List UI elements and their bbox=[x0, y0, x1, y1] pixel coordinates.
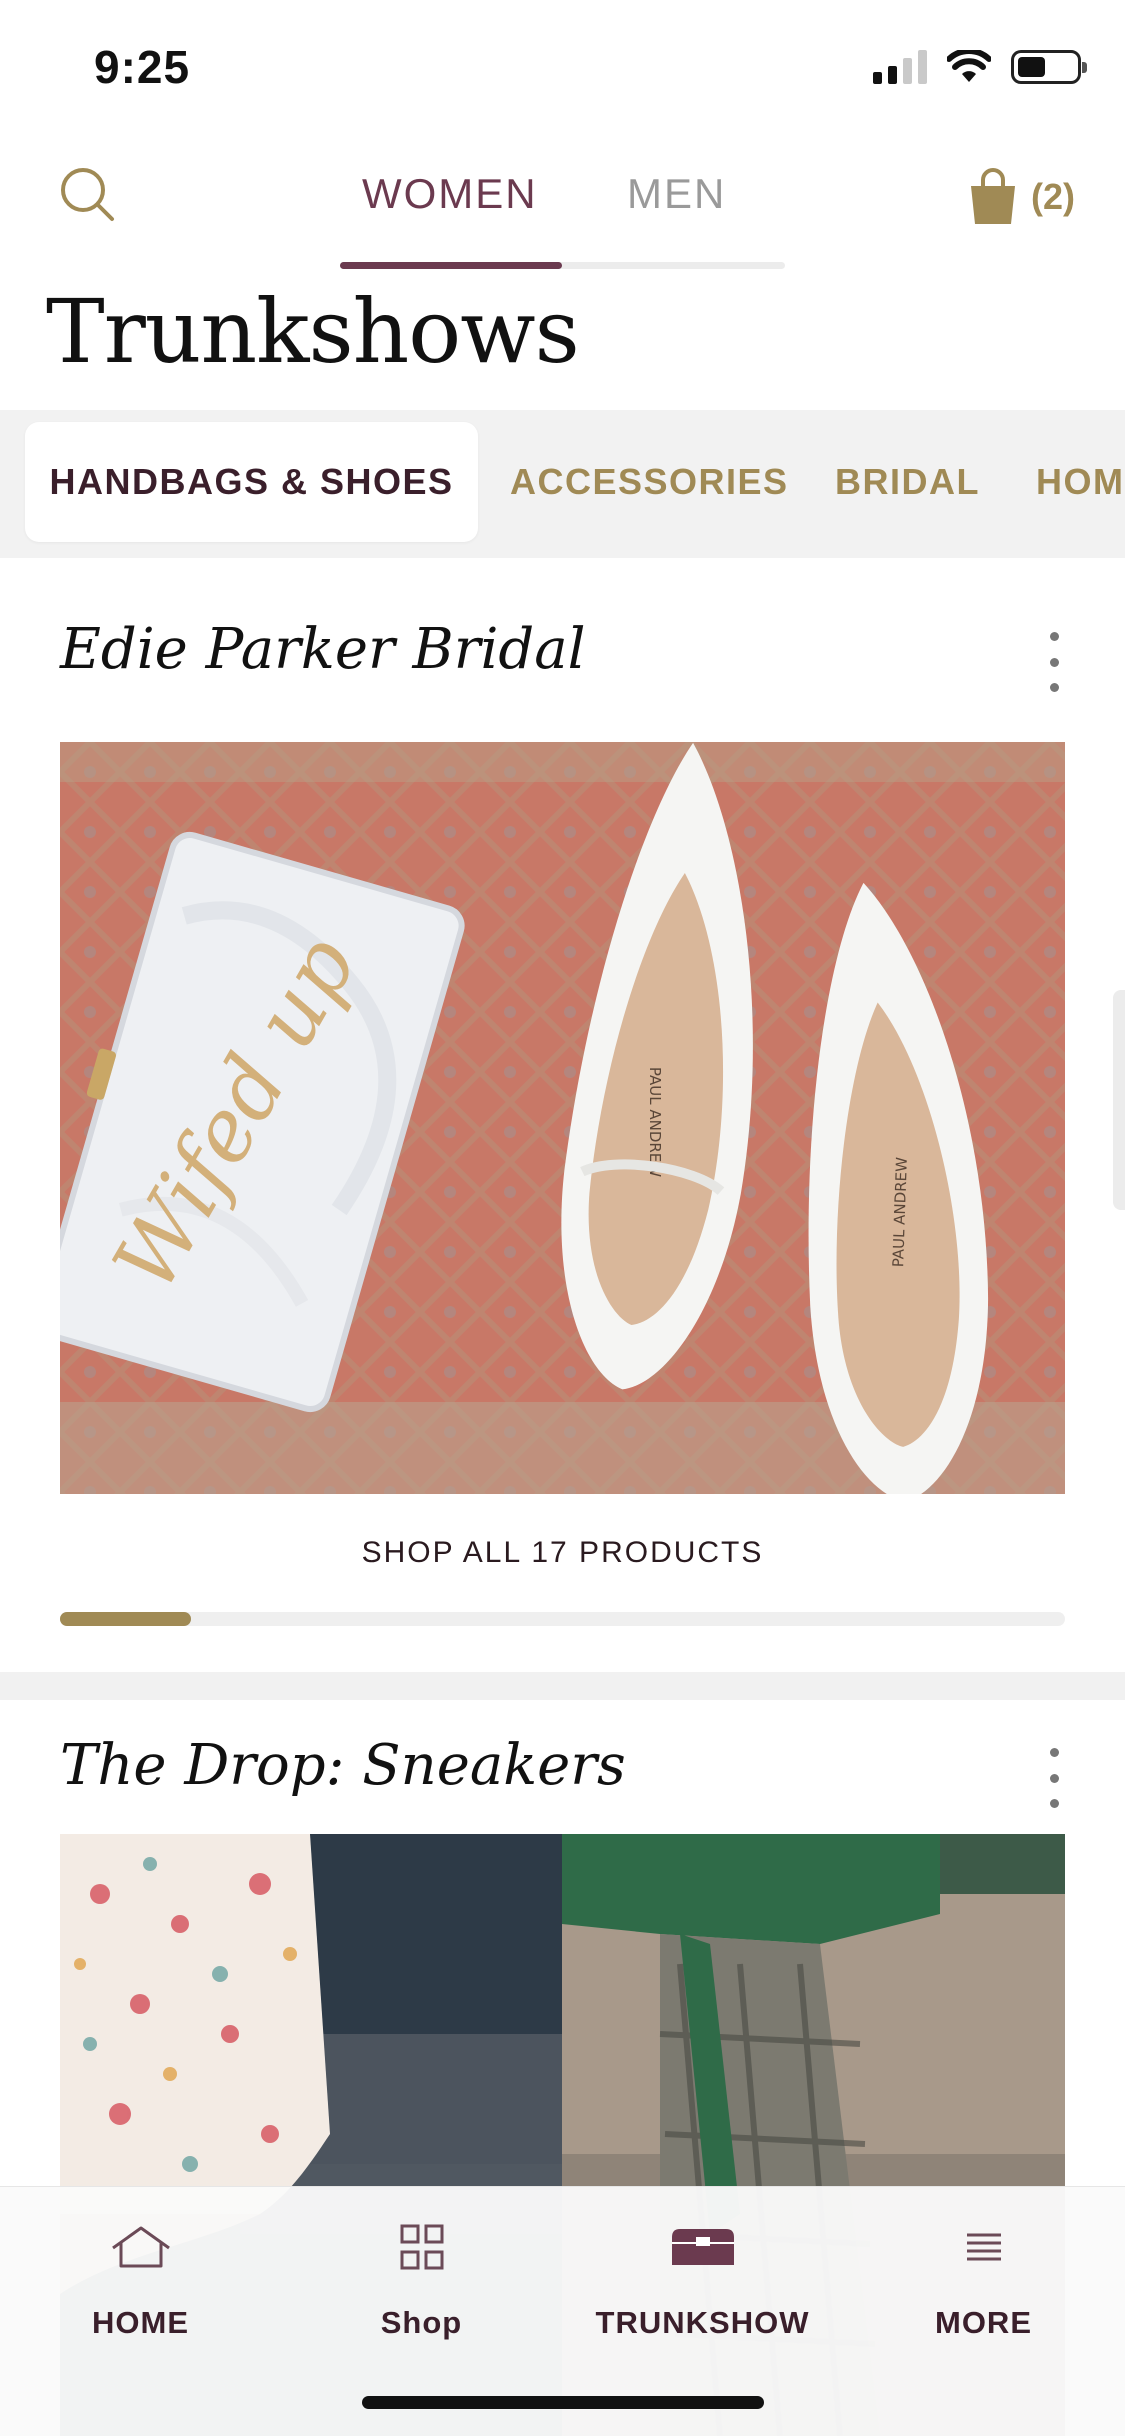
cellular-signal-icon bbox=[873, 50, 927, 84]
tab-shop[interactable]: Shop bbox=[281, 2217, 562, 2341]
trunk-icon bbox=[670, 2217, 736, 2277]
shopping-bag-icon bbox=[971, 168, 1015, 224]
category-bar: HANDBAGS & SHOES ACCESSORIES BRIDAL HOM bbox=[0, 410, 1125, 558]
tab-men[interactable]: MEN bbox=[627, 170, 726, 218]
tab-shop-label: Shop bbox=[380, 2305, 463, 2340]
tab-home-label: HOME bbox=[92, 2305, 189, 2340]
search-button[interactable] bbox=[58, 165, 118, 225]
shop-all-products-link[interactable]: SHOP ALL 17 PRODUCTS bbox=[0, 1536, 1125, 1570]
status-icons bbox=[873, 50, 1087, 84]
tab-trunkshow-label: TRUNKSHOW bbox=[595, 2305, 810, 2340]
more-options-icon[interactable] bbox=[1039, 632, 1069, 692]
tab-more-label: MORE bbox=[935, 2305, 1032, 2340]
more-options-icon[interactable] bbox=[1039, 1748, 1069, 1808]
menu-icon bbox=[965, 2217, 1003, 2277]
tab-trunkshow[interactable]: TRUNKSHOW bbox=[562, 2217, 843, 2341]
search-icon bbox=[61, 168, 114, 221]
header: WOMEN MEN (2) Trunkshows bbox=[0, 140, 1125, 410]
page-title: Trunkshows bbox=[46, 280, 580, 383]
home-indicator bbox=[362, 2396, 764, 2409]
tab-women[interactable]: WOMEN bbox=[362, 170, 538, 218]
category-handbags-shoes[interactable]: HANDBAGS & SHOES bbox=[25, 422, 478, 542]
carousel-progress-fill bbox=[60, 1612, 191, 1626]
status-bar: 9:25 bbox=[0, 0, 1125, 140]
cart-button[interactable]: (2) bbox=[965, 168, 1075, 226]
category-home[interactable]: HOM bbox=[1036, 422, 1125, 542]
cart-count: (2) bbox=[1031, 176, 1075, 217]
tab-more[interactable]: MORE bbox=[843, 2217, 1124, 2341]
section-divider bbox=[0, 1672, 1125, 1700]
next-slide-peek[interactable] bbox=[1113, 990, 1125, 1210]
wifi-icon bbox=[947, 50, 991, 82]
shoe-brand-left: PAUL ANDREW bbox=[646, 1067, 664, 1177]
bridal-clutch-shoes-photo: Wifed up PAUL ANDREW PAUL ANDREW bbox=[60, 742, 1065, 1494]
category-bridal[interactable]: BRIDAL bbox=[835, 422, 980, 542]
carousel-progress-track bbox=[60, 1612, 1065, 1626]
status-time: 9:25 bbox=[94, 41, 191, 93]
home-icon bbox=[109, 2217, 173, 2277]
category-accessories[interactable]: ACCESSORIES bbox=[510, 422, 789, 542]
gender-tabs: WOMEN MEN bbox=[340, 170, 785, 269]
grid-icon bbox=[400, 2217, 444, 2277]
shoe-brand-right: PAUL ANDREW bbox=[889, 1157, 911, 1268]
battery-icon bbox=[1011, 50, 1087, 84]
trunkshow-title[interactable]: The Drop: Sneakers bbox=[60, 1733, 626, 1798]
gender-tab-indicator bbox=[340, 262, 562, 269]
trunkshow-title[interactable]: Edie Parker Bridal bbox=[60, 617, 586, 682]
trunkshow-hero-image[interactable]: Wifed up PAUL ANDREW PAUL ANDREW bbox=[60, 742, 1065, 1494]
tab-home[interactable]: HOME bbox=[0, 2217, 281, 2341]
